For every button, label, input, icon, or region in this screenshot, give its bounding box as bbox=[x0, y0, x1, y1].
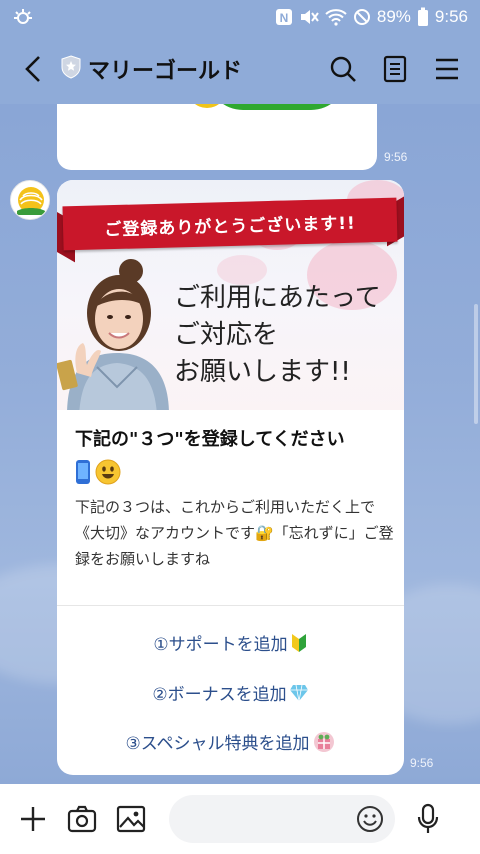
battery-icon bbox=[417, 7, 429, 27]
menu-icon bbox=[436, 58, 458, 80]
chat-title: マリーゴールド bbox=[88, 59, 243, 84]
emoji-button[interactable] bbox=[355, 804, 385, 838]
previous-message-bubble[interactable] bbox=[57, 104, 377, 170]
banner-image[interactable]: ご登録ありがとうございます!! ご利用にあたって ご対応を お願いします!! bbox=[57, 180, 404, 410]
mic-icon bbox=[418, 803, 439, 833]
previous-image-fragment bbox=[187, 104, 227, 108]
wifi-icon bbox=[325, 8, 347, 26]
emoji-icon bbox=[357, 806, 383, 832]
mute-icon bbox=[299, 8, 319, 26]
banner-ribbon: ご登録ありがとうございます!! bbox=[62, 197, 398, 251]
sun-settings-icon bbox=[12, 8, 34, 26]
nfc-icon: N bbox=[275, 8, 293, 26]
notes-icon bbox=[383, 55, 407, 83]
camera-icon bbox=[68, 805, 97, 833]
woman-photo bbox=[57, 259, 169, 410]
diamond-icon bbox=[289, 684, 308, 701]
previous-image-fragment bbox=[207, 104, 347, 110]
chat-area[interactable]: 9:56 ご登録ありがとうございます!! ご利用にあたって ご対応を お願いしま… bbox=[0, 104, 480, 784]
scrollbar[interactable] bbox=[474, 304, 478, 424]
message-time: 9:56 bbox=[410, 756, 434, 770]
notes-button[interactable] bbox=[380, 54, 410, 84]
blocked-icon bbox=[353, 8, 371, 26]
shield-icon bbox=[60, 55, 82, 83]
back-button[interactable] bbox=[14, 49, 54, 89]
gift-icon bbox=[313, 731, 334, 752]
rich-message-card[interactable]: ご登録ありがとうございます!! ご利用にあたって ご対応を お願いします!! 下… bbox=[57, 180, 404, 775]
voice-button[interactable] bbox=[413, 802, 444, 836]
chat-title-group[interactable]: マリーゴールド bbox=[60, 53, 328, 85]
card-title: 下記の"３つ"を登録してください bbox=[75, 429, 345, 450]
back-icon bbox=[25, 56, 40, 82]
menu-button[interactable] bbox=[432, 54, 462, 84]
banner-line: ご利用にあたって bbox=[174, 283, 381, 313]
clock: 9:56 bbox=[434, 7, 468, 26]
message-input-bar bbox=[0, 784, 480, 854]
action-label: ②ボーナスを追加 bbox=[152, 685, 287, 705]
image-button[interactable] bbox=[116, 802, 147, 836]
search-icon bbox=[330, 56, 356, 82]
message-input[interactable] bbox=[168, 795, 395, 843]
card-description: 下記の３つは、これからご利用いただく上で《大切》なアカウントです🔐「忘れずに」ご… bbox=[75, 498, 394, 568]
banner-line: お願いします!! bbox=[174, 357, 351, 387]
banner-line: ご対応を bbox=[174, 320, 279, 350]
battery-percent: 89% bbox=[376, 7, 411, 26]
beginner-mark-icon bbox=[291, 633, 306, 652]
search-button[interactable] bbox=[328, 54, 358, 84]
message-time: 9:56 bbox=[384, 150, 408, 164]
action-label: ③スペシャル特典を追加 bbox=[125, 734, 310, 754]
banner-text: ご利用にあたって ご対応を お願いします!! bbox=[174, 280, 404, 391]
status-bar: N 89% 9:56 bbox=[0, 0, 480, 34]
action-bonus-button[interactable]: ②ボーナスを追加 bbox=[57, 680, 404, 705]
plus-icon bbox=[21, 807, 46, 831]
card-body: 下記の"３つ"を登録してください 下記の３つは、これからご利用いただく上で《大切… bbox=[75, 426, 395, 572]
avatar[interactable] bbox=[10, 180, 50, 220]
card-emoji-row bbox=[75, 458, 395, 486]
action-support-button[interactable]: ①サポートを追加 bbox=[57, 630, 404, 655]
plus-button[interactable] bbox=[18, 802, 49, 836]
action-label: ①サポートを追加 bbox=[153, 635, 288, 655]
smartphone-icon bbox=[76, 460, 90, 484]
image-icon bbox=[117, 805, 146, 833]
divider bbox=[57, 605, 404, 606]
action-special-button[interactable]: ③スペシャル特典を追加 bbox=[57, 729, 404, 754]
smiley-icon bbox=[95, 459, 121, 485]
camera-button[interactable] bbox=[67, 802, 98, 836]
svg-text:N: N bbox=[280, 11, 289, 25]
chat-header: マリーゴールド bbox=[0, 34, 480, 104]
